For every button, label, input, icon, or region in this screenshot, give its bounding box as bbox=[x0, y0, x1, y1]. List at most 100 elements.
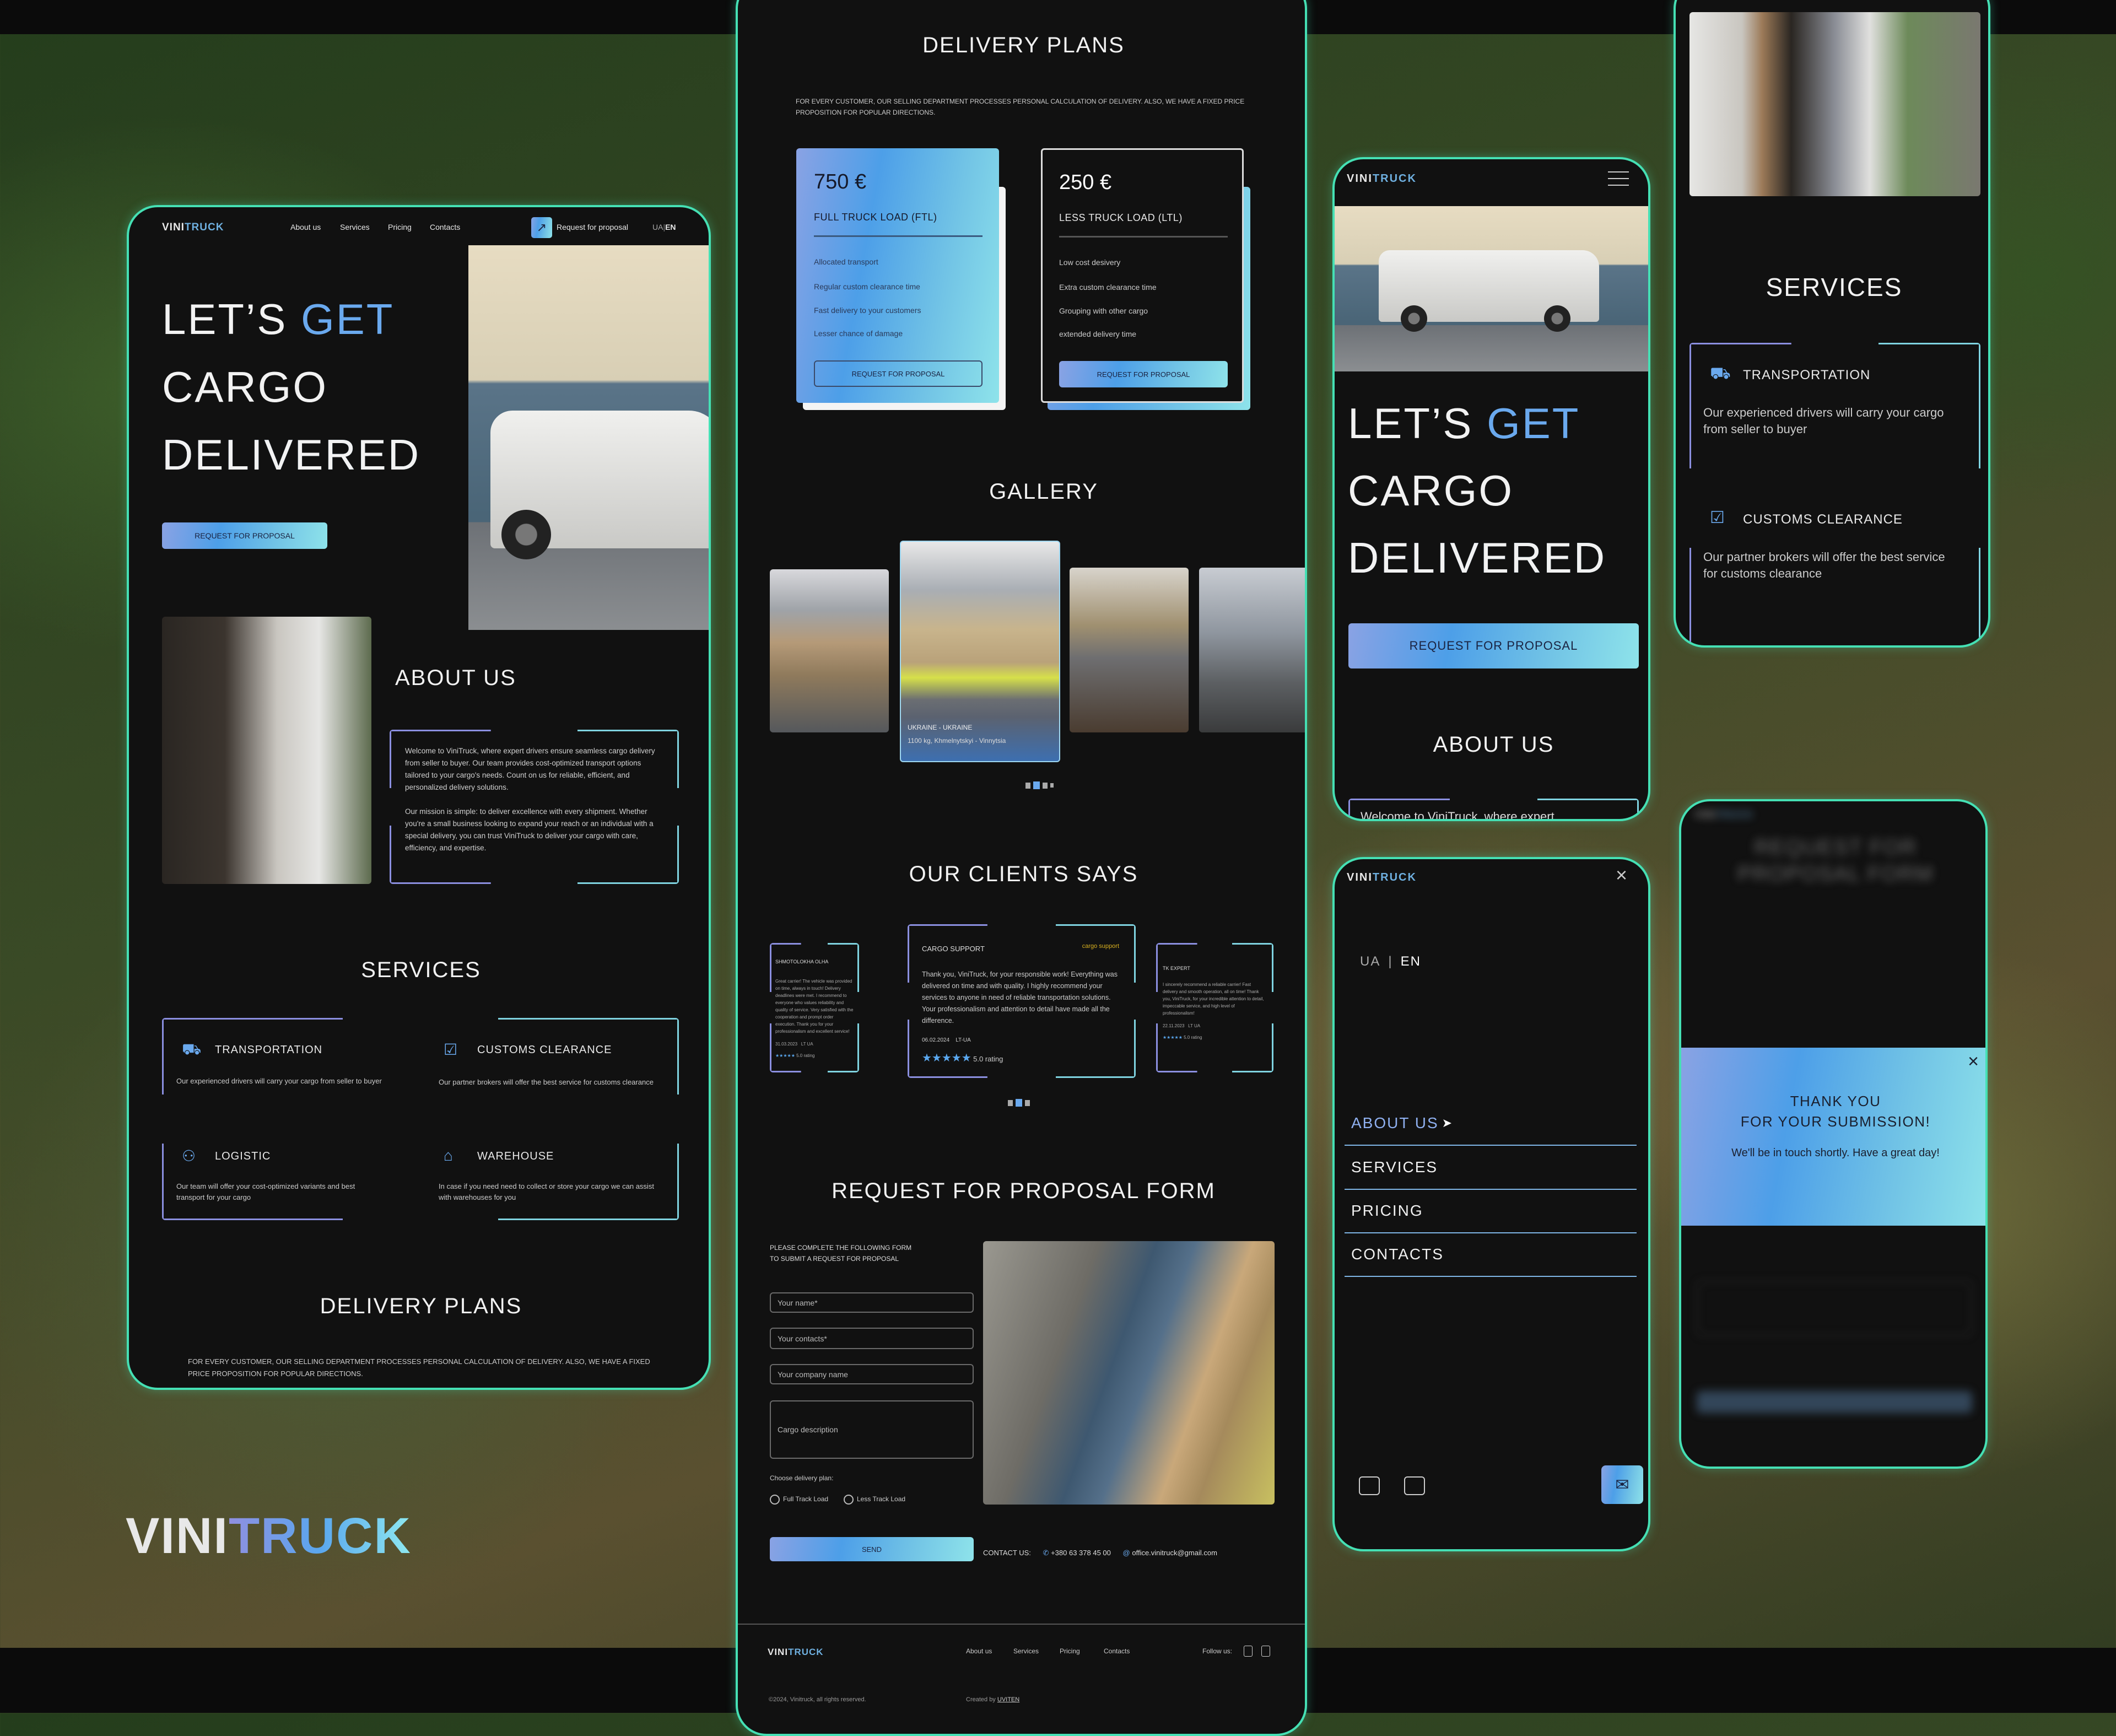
mail-button[interactable]: ✉ bbox=[1601, 1465, 1643, 1504]
gallery-photo[interactable] bbox=[1199, 568, 1305, 732]
facebook-icon[interactable] bbox=[1404, 1476, 1425, 1495]
desktop-home-mockup: VINITRUCK About us Services Pricing Cont… bbox=[127, 205, 711, 1390]
logo: VINITRUCK bbox=[1694, 809, 1753, 821]
service-desc: Our partner brokers will offer the best … bbox=[1703, 550, 1945, 580]
lang-en[interactable]: EN bbox=[665, 223, 676, 231]
hero-request-button[interactable]: REQUEST FOR PROPOSAL bbox=[162, 522, 327, 549]
menu-item-services[interactable]: SERVICES bbox=[1345, 1146, 1637, 1190]
language-switch[interactable]: UA | EN bbox=[1360, 954, 1421, 969]
modal-close-icon[interactable]: × bbox=[1968, 1051, 1979, 1072]
logo-part2: TRUCK bbox=[1716, 809, 1754, 820]
facebook-icon[interactable] bbox=[1261, 1646, 1270, 1657]
plan-feature: extended delivery time bbox=[1059, 330, 1137, 338]
logo-part2: TRUCK bbox=[228, 1508, 412, 1564]
menu-item-about[interactable]: ABOUT US ➤ bbox=[1345, 1102, 1637, 1146]
hero-van-photo bbox=[1335, 206, 1648, 371]
plan-feature: Allocated transport bbox=[814, 257, 878, 266]
footer-divider bbox=[738, 1624, 1305, 1625]
hamburger-menu-icon[interactable] bbox=[1608, 171, 1629, 186]
lang-en[interactable]: EN bbox=[1401, 954, 1421, 969]
thank-you-line-1: THANK YOU bbox=[1790, 1093, 1881, 1109]
hero-get: GET bbox=[1487, 399, 1580, 448]
logo-part1: VINI bbox=[126, 1508, 229, 1564]
menu-item-label: CONTACTS bbox=[1351, 1246, 1444, 1263]
contact-label: CONTACT US: bbox=[983, 1549, 1031, 1557]
about-paragraph-2: Our mission is simple: to deliver excell… bbox=[405, 807, 654, 852]
plan-feature: Fast delivery to your customers bbox=[814, 306, 921, 315]
plan-price: 750 € bbox=[814, 170, 867, 193]
hero-request-button[interactable]: REQUEST FOR PROPOSAL bbox=[1348, 623, 1639, 668]
instagram-icon[interactable] bbox=[1244, 1646, 1253, 1657]
logo[interactable]: VINITRUCK bbox=[162, 222, 224, 234]
footer-nav-services[interactable]: Services bbox=[1013, 1647, 1039, 1655]
mobile-services-mockup: SERVICES ⛟ TRANSPORTATION Our experience… bbox=[1674, 0, 1990, 648]
hero-lets: LET’S bbox=[1348, 399, 1487, 448]
gallery-photo[interactable] bbox=[770, 569, 889, 732]
gallery-photo[interactable] bbox=[1070, 568, 1189, 732]
send-button[interactable]: SEND bbox=[770, 1537, 974, 1561]
review-card: TK EXPERT I sincerely recommend a reliab… bbox=[1156, 943, 1273, 1072]
plan-feature: Regular custom clearance time bbox=[814, 282, 920, 291]
hero-line-1: LET’S GET bbox=[1348, 402, 1580, 445]
service-title: CUSTOMS CLEARANCE bbox=[1743, 512, 1903, 527]
rating-stars: ★★★★★ bbox=[922, 1052, 971, 1064]
service-warehouse: ⌂ WAREHOUSE In case if you need need to … bbox=[439, 1147, 675, 1201]
thank-you-message: We'll be in touch shortly. Have a great … bbox=[1731, 1147, 1940, 1159]
cargo-support-logo: cargo support bbox=[1082, 941, 1119, 952]
lang-divider: | bbox=[1388, 954, 1393, 969]
footer-logo[interactable]: VINITRUCK bbox=[768, 1647, 824, 1658]
review-route: LT UA bbox=[1188, 1023, 1201, 1028]
nav-about[interactable]: About us bbox=[290, 223, 321, 231]
footer-nav-about[interactable]: About us bbox=[966, 1647, 992, 1655]
contact-phone[interactable]: +380 63 378 45 00 bbox=[1051, 1549, 1111, 1557]
nav-contacts[interactable]: Contacts bbox=[430, 223, 460, 231]
language-switch[interactable]: UA|EN bbox=[652, 223, 676, 231]
radio-ltl[interactable]: Less Track Load bbox=[844, 1495, 905, 1505]
instagram-icon[interactable] bbox=[1359, 1476, 1380, 1495]
hero-line-2: CARGO bbox=[1348, 466, 1514, 515]
cargo-description-textarea[interactable]: Cargo description bbox=[770, 1400, 974, 1459]
request-arrow-button[interactable]: ↗ bbox=[531, 217, 552, 238]
review-author: TK EXPERT bbox=[1163, 966, 1190, 971]
company-input[interactable]: Your company name bbox=[770, 1364, 974, 1384]
logo-part1: VINI bbox=[162, 222, 185, 233]
reviews-title: OUR CLIENTS SAYS bbox=[909, 862, 1138, 886]
name-input[interactable]: Your name* bbox=[770, 1292, 974, 1313]
delivery-plans-title: DELIVERY PLANS bbox=[320, 1294, 522, 1318]
footer-nav-pricing[interactable]: Pricing bbox=[1060, 1647, 1080, 1655]
lang-ua[interactable]: UA bbox=[652, 223, 663, 231]
nav-services[interactable]: Services bbox=[340, 223, 370, 231]
lang-ua[interactable]: UA bbox=[1360, 954, 1380, 969]
creator-link[interactable]: UVITEN bbox=[997, 1696, 1019, 1703]
contact-email[interactable]: office.vinitruck@gmail.com bbox=[1132, 1549, 1217, 1557]
menu-item-contacts[interactable]: CONTACTS bbox=[1345, 1233, 1637, 1277]
rating-stars: ★★★★★ bbox=[1163, 1035, 1183, 1040]
reviews-pagination[interactable] bbox=[1008, 1099, 1030, 1107]
service-desc: Our experienced drivers will carry your … bbox=[1703, 406, 1944, 436]
logo[interactable]: VINITRUCK bbox=[1347, 172, 1417, 185]
plan-divider bbox=[1059, 236, 1228, 238]
logo-part1: VINI bbox=[1347, 172, 1373, 185]
logo-part2: TRUCK bbox=[184, 222, 224, 233]
service-transportation: ⛟ TRANSPORTATION Our experienced drivers… bbox=[176, 1040, 424, 1085]
plan-request-button[interactable]: REQUEST FOR PROPOSAL bbox=[1059, 361, 1228, 387]
menu-item-pricing[interactable]: PRICING bbox=[1345, 1189, 1637, 1233]
plan-request-button[interactable]: REQUEST FOR PROPOSAL bbox=[814, 360, 983, 387]
radio-label: Full Track Load bbox=[783, 1495, 829, 1503]
nav-pricing[interactable]: Pricing bbox=[388, 223, 412, 231]
radio-ftl[interactable]: Full Track Load bbox=[770, 1495, 828, 1505]
phone-icon: ✆ bbox=[1043, 1549, 1049, 1557]
nav-request-proposal[interactable]: Request for proposal bbox=[557, 223, 628, 231]
service-logistic: ⚇ LOGISTIC Our team will offer your cost… bbox=[176, 1147, 424, 1201]
review-text: Thank you, ViniTruck, for your responsib… bbox=[922, 971, 1118, 1025]
about-title: ABOUT US bbox=[395, 666, 516, 690]
form-intro-line: TO SUBMIT A REQUEST FOR PROPOSAL bbox=[770, 1255, 899, 1263]
gallery-pagination[interactable] bbox=[1025, 781, 1054, 789]
logo[interactable]: VINITRUCK bbox=[1347, 871, 1417, 884]
plan-choice-label: Choose delivery plan: bbox=[770, 1474, 834, 1482]
gallery-photo-active[interactable]: UKRAINE - UKRAINE 1100 kg, Khmelnytskyi … bbox=[900, 541, 1060, 762]
cursor-icon: ➤ bbox=[1442, 1116, 1454, 1130]
footer-nav-contacts[interactable]: Contacts bbox=[1104, 1647, 1130, 1655]
contacts-input[interactable]: Your contacts* bbox=[770, 1328, 974, 1349]
close-icon[interactable]: × bbox=[1616, 864, 1627, 887]
